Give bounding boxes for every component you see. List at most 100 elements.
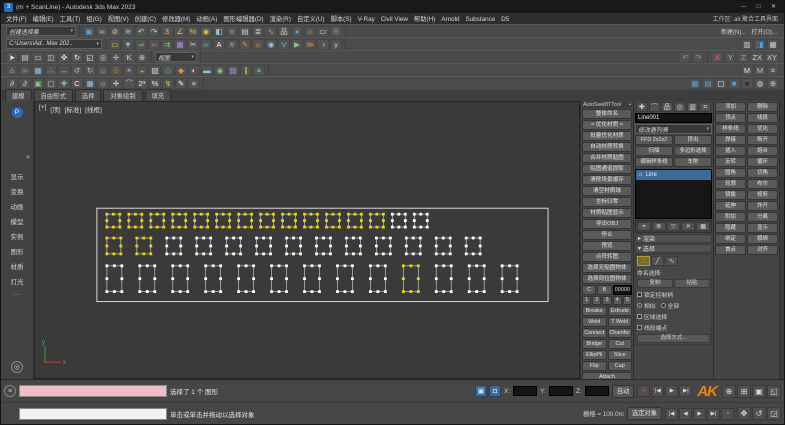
digit-button-1[interactable]: 2 <box>592 296 601 305</box>
menu-item-0[interactable]: 文件(F) <box>3 16 30 23</box>
display-tab-icon[interactable]: ▥ <box>687 102 699 112</box>
expand-toolbar-icon[interactable]: » <box>26 154 33 161</box>
axis-x-constraint-icon[interactable]: X <box>711 52 723 63</box>
track-bar-icon[interactable]: ▥ <box>741 39 753 50</box>
viewport-menu-pov[interactable]: [顶] <box>50 104 60 114</box>
spline-tool-优化[interactable]: 优化 <box>747 124 778 134</box>
menu-item-7[interactable]: 动画(A) <box>193 16 220 23</box>
select-and-scale-icon[interactable]: ◱ <box>84 52 96 63</box>
menu-item-15[interactable]: Arnold <box>438 16 462 23</box>
quick-modifier-车削[interactable]: 车削 <box>674 157 712 167</box>
light-lister-icon[interactable]: ☼ <box>252 39 264 50</box>
weld-arc-icon[interactable]: ⌒ <box>123 78 135 89</box>
axis-zx-plane-icon[interactable]: ZX <box>750 52 764 63</box>
time-config-icon[interactable]: ◔ <box>721 408 734 420</box>
rename-objects-icon[interactable]: A <box>213 39 225 50</box>
list-tool-icon[interactable]: ≡ <box>188 78 200 89</box>
particle-icon[interactable]: ∗ <box>253 65 265 76</box>
percent-tool-icon[interactable]: % <box>149 78 161 89</box>
script-button-9[interactable]: 材质贴图显示 <box>582 208 632 218</box>
viewport[interactable]: [+] [顶] [标准] [线框] xy <box>34 101 580 379</box>
layer-manager-icon[interactable]: ▤ <box>239 26 251 37</box>
spline-tool-修剪[interactable]: 修剪 <box>747 190 778 200</box>
rotate-ccw-icon[interactable]: ↺ <box>71 65 83 76</box>
render-setup-icon[interactable]: ☼ <box>304 26 316 37</box>
prev-key-icon[interactable]: |◀ <box>651 385 664 397</box>
script-button-11[interactable]: 停止 <box>582 230 632 240</box>
spline-tool-删除[interactable]: 删除 <box>747 102 778 112</box>
close-icon[interactable]: ✕ <box>766 2 781 12</box>
sidebar-item-1[interactable]: 变换 <box>11 186 24 196</box>
link-info-icon[interactable]: ∞ <box>19 65 31 76</box>
poly-button-Chamfer[interactable]: Chamfer <box>608 328 633 338</box>
undo-view-icon[interactable]: ↶ <box>679 52 691 63</box>
sunlight-icon[interactable]: ☼ <box>97 65 109 76</box>
vray-toolbar-icon[interactable]: V <box>278 39 290 50</box>
add-plus-icon[interactable]: ✚ <box>58 78 70 89</box>
plugin-badge-icon[interactable]: P <box>12 107 23 118</box>
digit-button-4[interactable]: 5 <box>623 296 632 305</box>
selection-lock-icon[interactable]: ◘ <box>489 385 501 397</box>
spline-tool-显示[interactable]: 显示 <box>747 223 778 233</box>
goto-start-icon[interactable]: |◀ <box>665 408 678 420</box>
ribbon-tab-1[interactable]: 自由形式 <box>34 89 73 101</box>
spline-mode-icon[interactable]: ∿ <box>665 256 678 266</box>
spline-tool-轮廓[interactable]: 轮廓 <box>715 179 746 189</box>
sidebar-item-3[interactable]: 模型 <box>11 216 24 226</box>
digit-button-3[interactable]: 4 <box>613 296 622 305</box>
poly-button-Bridge[interactable]: Bridge <box>582 339 607 349</box>
select-by-name-icon[interactable]: ▤ <box>19 52 31 63</box>
zoom-all-icon[interactable]: ⊞ <box>737 385 751 398</box>
prune-scene-icon[interactable]: ✂ <box>187 39 199 50</box>
reference-coordinate-combo[interactable]: 视图▾ <box>155 52 197 62</box>
effects-icon[interactable]: ✶ <box>123 65 135 76</box>
poly-button-T Weld[interactable]: T Weld <box>608 317 633 327</box>
axis-xy-plane-icon[interactable]: XY <box>765 52 779 63</box>
bitmap-tool-icon[interactable]: ▦ <box>84 78 96 89</box>
spline-tool-首点[interactable]: 首点 <box>715 245 746 255</box>
spline-tool-对齐[interactable]: 对齐 <box>747 245 778 255</box>
rotate-cw-icon[interactable]: ↻ <box>84 65 96 76</box>
round-bg-icon[interactable]: ◍ <box>754 78 766 89</box>
undo-icon[interactable]: ↶ <box>135 26 147 37</box>
next-frame-icon[interactable]: ▶ <box>693 408 706 420</box>
motion-tab-icon[interactable]: ◎ <box>674 102 686 112</box>
quick-modifier-FFD 2x2x2[interactable]: FFD 2x2x2 <box>635 135 673 145</box>
axis-y-constraint-icon[interactable]: Y <box>724 52 736 63</box>
redo-icon[interactable]: ↷ <box>148 26 160 37</box>
pin-stack-icon[interactable]: ⌖ <box>637 222 651 231</box>
poly-button-0[interactable]: Attach <box>582 372 632 379</box>
script-button-14[interactable]: 选择无贴图物体 <box>582 263 632 273</box>
angle-snap-icon[interactable]: ∠ <box>174 26 186 37</box>
script-button-8[interactable]: 坐标归零 <box>582 197 632 207</box>
scene-explorer-icon[interactable]: ≣ <box>252 26 264 37</box>
script-button-5[interactable]: 贴图通道提取 <box>582 164 632 174</box>
paint-tool-icon[interactable]: ✎ <box>239 39 251 50</box>
lock-handles-checkbox[interactable]: 锁定控制柄 <box>637 290 710 299</box>
select-and-rotate-icon[interactable]: ↻ <box>71 52 83 63</box>
select-object-icon[interactable]: ➤ <box>6 52 18 63</box>
render-production-icon[interactable]: ☉ <box>330 26 342 37</box>
spline-tool-切角[interactable]: 切角 <box>747 168 778 178</box>
show-end-result-icon[interactable]: ≣ <box>652 222 666 231</box>
remove-modifier-icon[interactable]: ✕ <box>681 222 695 231</box>
menu-item-2[interactable]: 工具(T) <box>57 16 84 23</box>
camera-tool-icon[interactable]: ◉ <box>265 39 277 50</box>
create-tab-icon[interactable]: ✚ <box>636 102 648 112</box>
auto-key-button[interactable]: 自动 <box>612 385 635 398</box>
spline-tool-插入[interactable]: 插入 <box>715 146 746 156</box>
m-slot-1-icon[interactable]: M <box>741 65 753 76</box>
spline-tool-绑定[interactable]: 绑定 <box>715 234 746 244</box>
unwrap-icon[interactable]: ▢ <box>45 78 57 89</box>
orbit-icon[interactable]: ↺ <box>752 407 766 420</box>
digit-button-0[interactable]: 1 <box>582 296 591 305</box>
menu-item-4[interactable]: 视图(V) <box>105 16 132 23</box>
script-button-3[interactable]: 自动材质转换 <box>582 142 632 152</box>
spline-tool-断开[interactable]: 断开 <box>747 135 778 145</box>
script-button-1[interactable]: = 优化材质 = <box>582 120 632 130</box>
ribbon-tab-0[interactable]: 建模 <box>5 89 32 101</box>
stack-item-line[interactable]: ☼ Line <box>636 170 711 180</box>
utilities-tab-icon[interactable]: ⌗ <box>699 102 711 112</box>
toolbar-text-1[interactable]: 打开(O)... <box>749 27 779 36</box>
merge-icon[interactable]: ⇉ <box>161 39 173 50</box>
